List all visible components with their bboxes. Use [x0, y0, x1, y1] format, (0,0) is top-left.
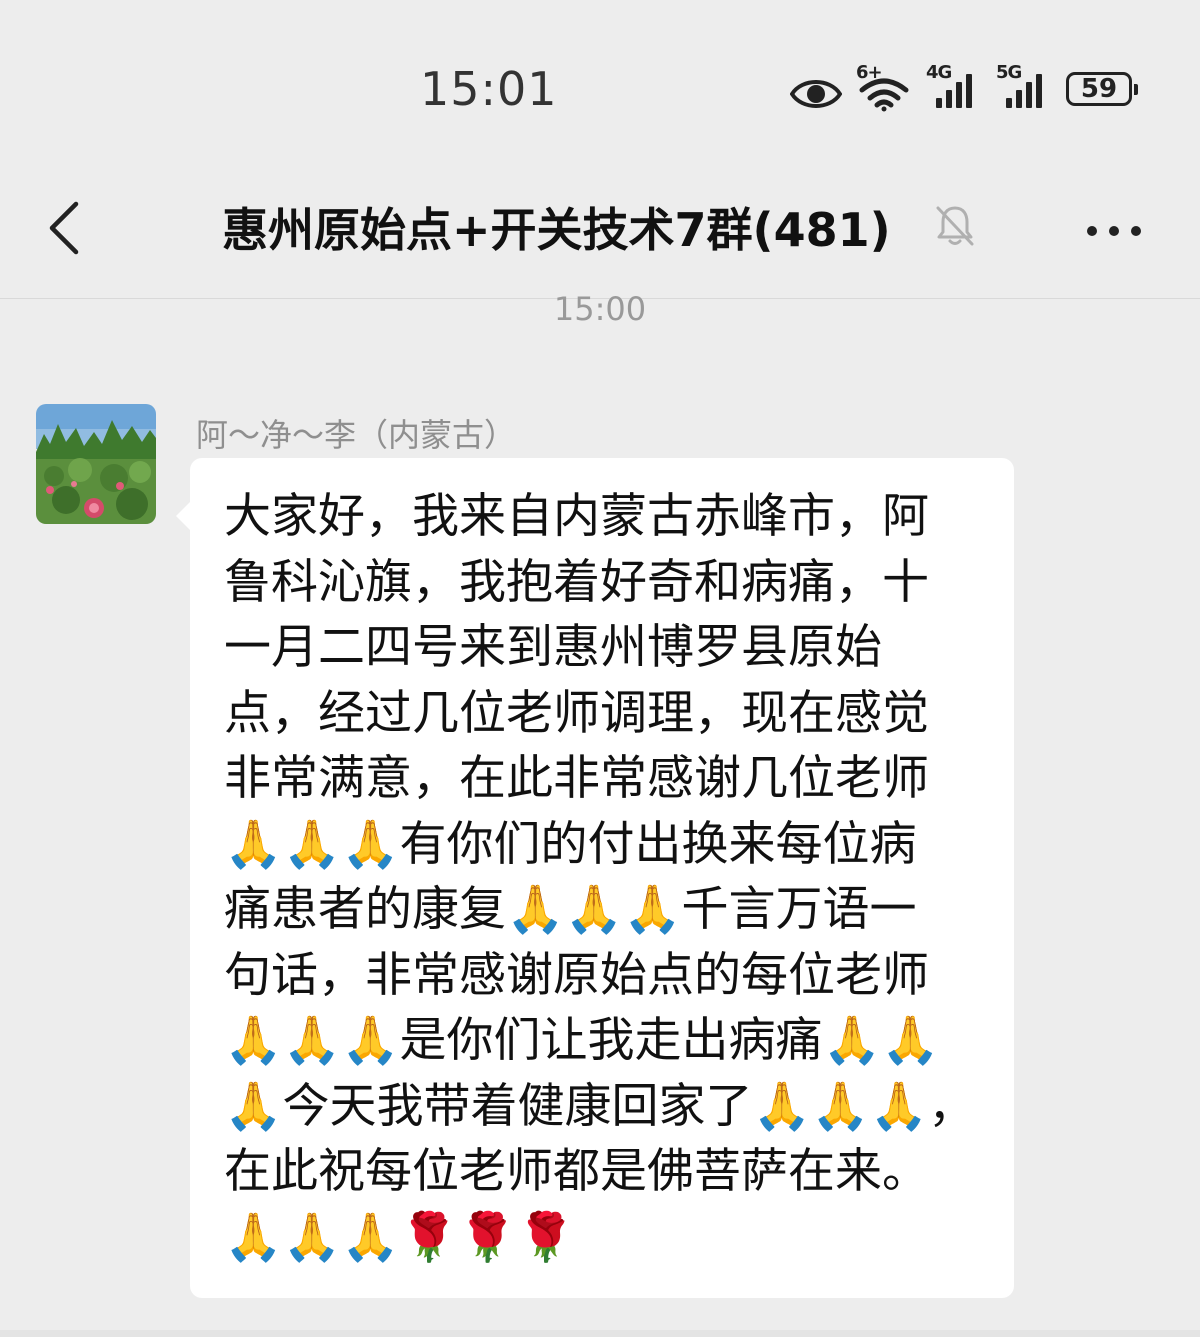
- message-text: 大家好，我来自内蒙古赤峰市，阿 鲁科沁旗，我抱着好奇和病痛，十 一月二四号来到惠…: [224, 489, 976, 1265]
- signal-4g-icon: 4G: [926, 62, 982, 112]
- bottom-divider: [0, 1330, 1200, 1337]
- status-icons: 6+ 4G 5G 59: [790, 62, 1146, 112]
- chevron-left-icon[interactable]: [44, 200, 88, 256]
- sender-name: 阿～净～李（内蒙古）: [196, 416, 517, 454]
- sender-avatar[interactable]: [36, 404, 156, 524]
- chat-title: 惠州原始点+开关技术7群(481): [222, 203, 891, 257]
- message-bubble[interactable]: 大家好，我来自内蒙古赤峰市，阿 鲁科沁旗，我抱着好奇和病痛，十 一月二四号来到惠…: [176, 458, 1014, 1298]
- chat-header: 惠州原始点+开关技术7群(481): [0, 150, 1200, 299]
- more-dots-icon[interactable]: [1086, 222, 1142, 236]
- wifi-icon: 6+: [856, 62, 912, 112]
- signal-5g-icon: 5G: [996, 62, 1052, 112]
- status-time: 15:01: [420, 62, 558, 116]
- bell-off-icon: [932, 202, 978, 248]
- status-bar: 15:01 6+ 4G 5G 59: [0, 0, 1200, 150]
- battery-icon: 59: [1066, 72, 1138, 106]
- eye-icon: [790, 76, 842, 112]
- message-timestamp: 15:00: [553, 290, 647, 328]
- battery-level: 59: [1080, 74, 1118, 104]
